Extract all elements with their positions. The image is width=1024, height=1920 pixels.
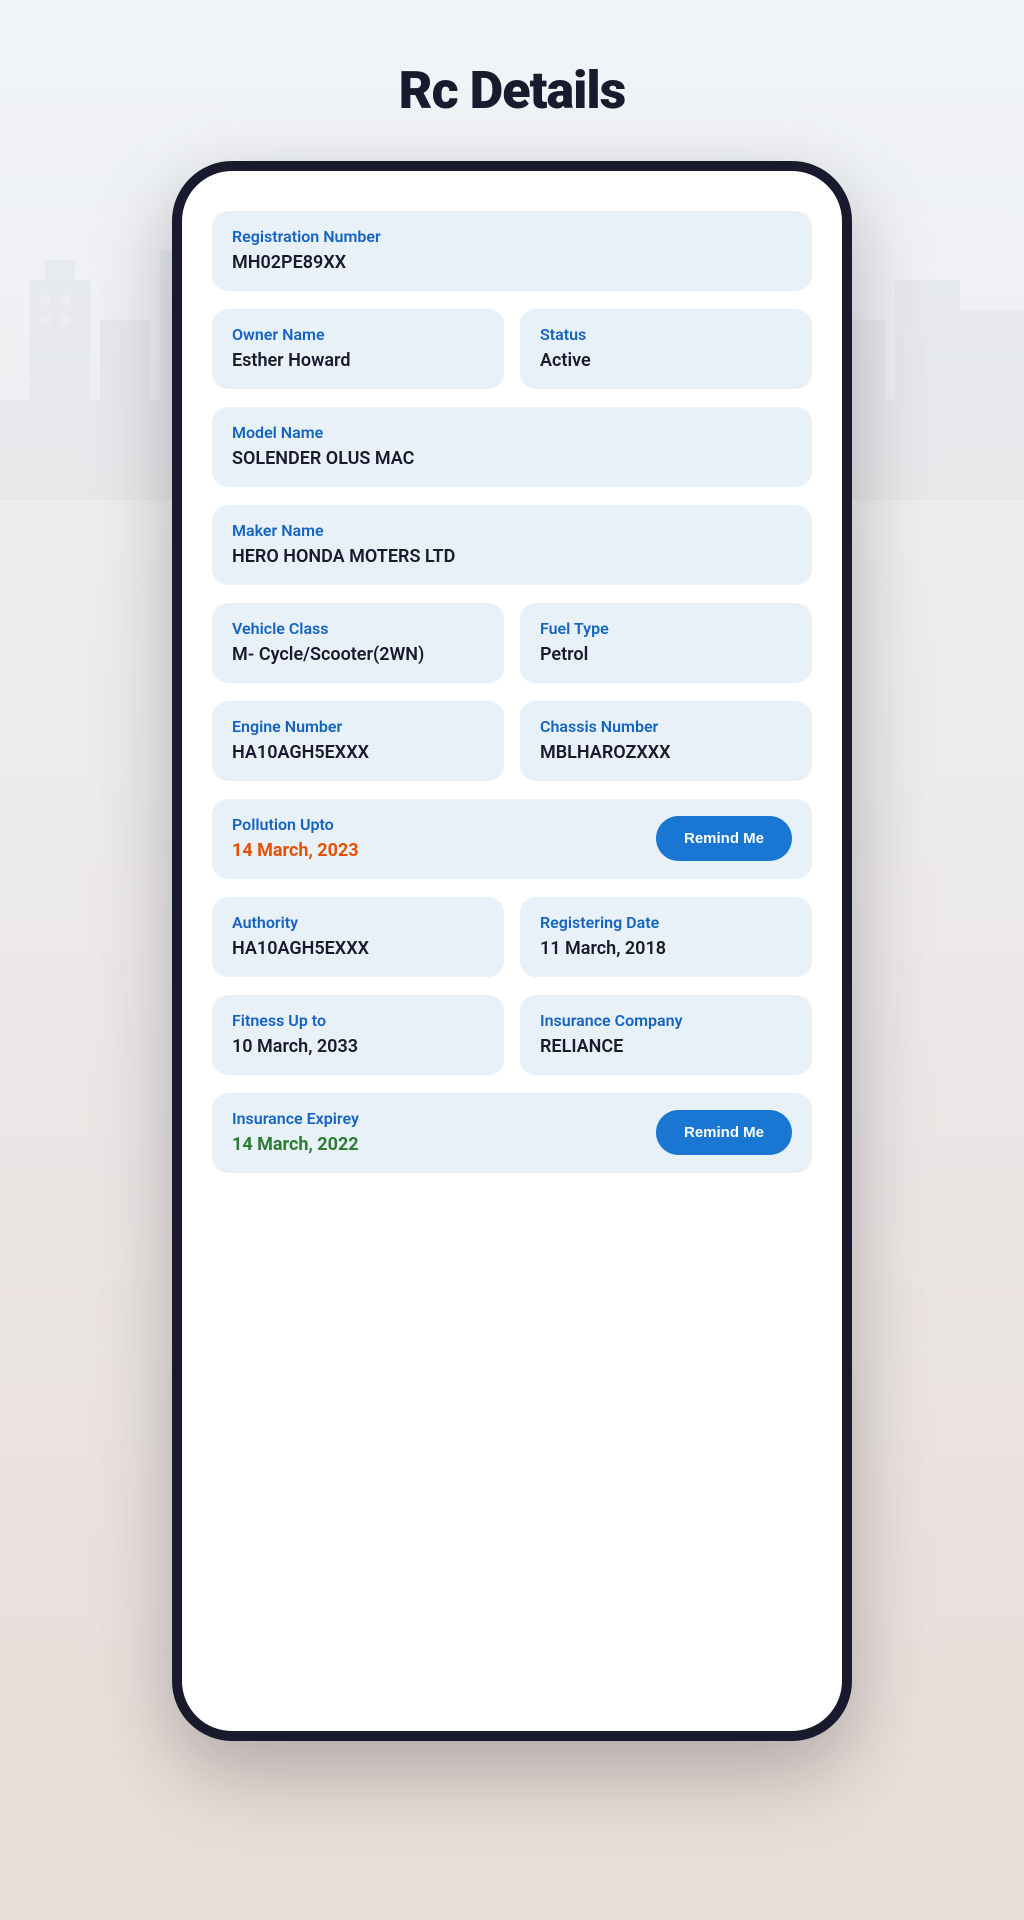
pollution-upto-value: 14 March, 2023 bbox=[232, 840, 359, 861]
registration-number-label: Registration Number bbox=[232, 227, 792, 246]
chassis-number-card: Chassis Number MBLHAROZXXX bbox=[520, 701, 812, 781]
maker-name-card: Maker Name HERO HONDA MOTERS LTD bbox=[212, 505, 812, 585]
engine-number-value: HA10AGH5EXXX bbox=[232, 742, 484, 763]
vehicle-class-value: M- Cycle/Scooter(2WN) bbox=[232, 644, 484, 665]
fuel-type-value: Petrol bbox=[540, 644, 792, 665]
pollution-upto-label: Pollution Upto bbox=[232, 815, 359, 834]
fuel-type-card: Fuel Type Petrol bbox=[520, 603, 812, 683]
owner-name-card: Owner Name Esther Howard bbox=[212, 309, 504, 389]
insurance-company-value: RELIANCE bbox=[540, 1036, 792, 1057]
vehicle-class-card: Vehicle Class M- Cycle/Scooter(2WN) bbox=[212, 603, 504, 683]
chassis-number-label: Chassis Number bbox=[540, 717, 792, 736]
owner-name-value: Esther Howard bbox=[232, 350, 484, 371]
authority-value: HA10AGH5EXXX bbox=[232, 938, 484, 959]
fitness-insurance-row: Fitness Up to 10 March, 2033 Insurance C… bbox=[212, 995, 812, 1075]
registering-date-label: Registering Date bbox=[540, 913, 792, 932]
registration-number-value: MH02PE89XX bbox=[232, 252, 792, 273]
fuel-type-label: Fuel Type bbox=[540, 619, 792, 638]
pollution-remind-button[interactable]: Remind Me bbox=[656, 816, 792, 861]
model-name-label: Model Name bbox=[232, 423, 792, 442]
fitness-upto-label: Fitness Up to bbox=[232, 1011, 484, 1030]
chassis-number-value: MBLHAROZXXX bbox=[540, 742, 792, 763]
model-name-card: Model Name SOLENDER OLUS MAC bbox=[212, 407, 812, 487]
engine-chassis-row: Engine Number HA10AGH5EXXX Chassis Numbe… bbox=[212, 701, 812, 781]
fitness-upto-card: Fitness Up to 10 March, 2033 bbox=[212, 995, 504, 1075]
phone-frame: Registration Number MH02PE89XX Owner Nam… bbox=[172, 161, 852, 1741]
authority-date-row: Authority HA10AGH5EXXX Registering Date … bbox=[212, 897, 812, 977]
vehicle-fuel-row: Vehicle Class M- Cycle/Scooter(2WN) Fuel… bbox=[212, 603, 812, 683]
status-label: Status bbox=[540, 325, 792, 344]
owner-name-label: Owner Name bbox=[232, 325, 484, 344]
authority-label: Authority bbox=[232, 913, 484, 932]
registering-date-value: 11 March, 2018 bbox=[540, 938, 792, 959]
insurance-remind-button[interactable]: Remind Me bbox=[656, 1110, 792, 1155]
maker-name-value: HERO HONDA MOTERS LTD bbox=[232, 546, 792, 567]
pollution-remind-card: Pollution Upto 14 March, 2023 Remind Me bbox=[212, 799, 812, 879]
insurance-company-card: Insurance Company RELIANCE bbox=[520, 995, 812, 1075]
insurance-expirey-label: Insurance Expirey bbox=[232, 1109, 359, 1128]
registration-number-card: Registration Number MH02PE89XX bbox=[212, 211, 812, 291]
registering-date-card: Registering Date 11 March, 2018 bbox=[520, 897, 812, 977]
status-card: Status Active bbox=[520, 309, 812, 389]
insurance-company-label: Insurance Company bbox=[540, 1011, 792, 1030]
status-value: Active bbox=[540, 350, 792, 371]
vehicle-class-label: Vehicle Class bbox=[232, 619, 484, 638]
insurance-remind-card: Insurance Expirey 14 March, 2022 Remind … bbox=[212, 1093, 812, 1173]
insurance-expirey-info: Insurance Expirey 14 March, 2022 bbox=[232, 1109, 359, 1155]
model-name-value: SOLENDER OLUS MAC bbox=[232, 448, 792, 469]
authority-card: Authority HA10AGH5EXXX bbox=[212, 897, 504, 977]
fitness-upto-value: 10 March, 2033 bbox=[232, 1036, 484, 1057]
pollution-info: Pollution Upto 14 March, 2023 bbox=[232, 815, 359, 861]
maker-name-label: Maker Name bbox=[232, 521, 792, 540]
page-title: Rc Details bbox=[399, 60, 626, 121]
insurance-expirey-value: 14 March, 2022 bbox=[232, 1134, 359, 1155]
engine-number-label: Engine Number bbox=[232, 717, 484, 736]
owner-status-row: Owner Name Esther Howard Status Active bbox=[212, 309, 812, 389]
engine-number-card: Engine Number HA10AGH5EXXX bbox=[212, 701, 504, 781]
